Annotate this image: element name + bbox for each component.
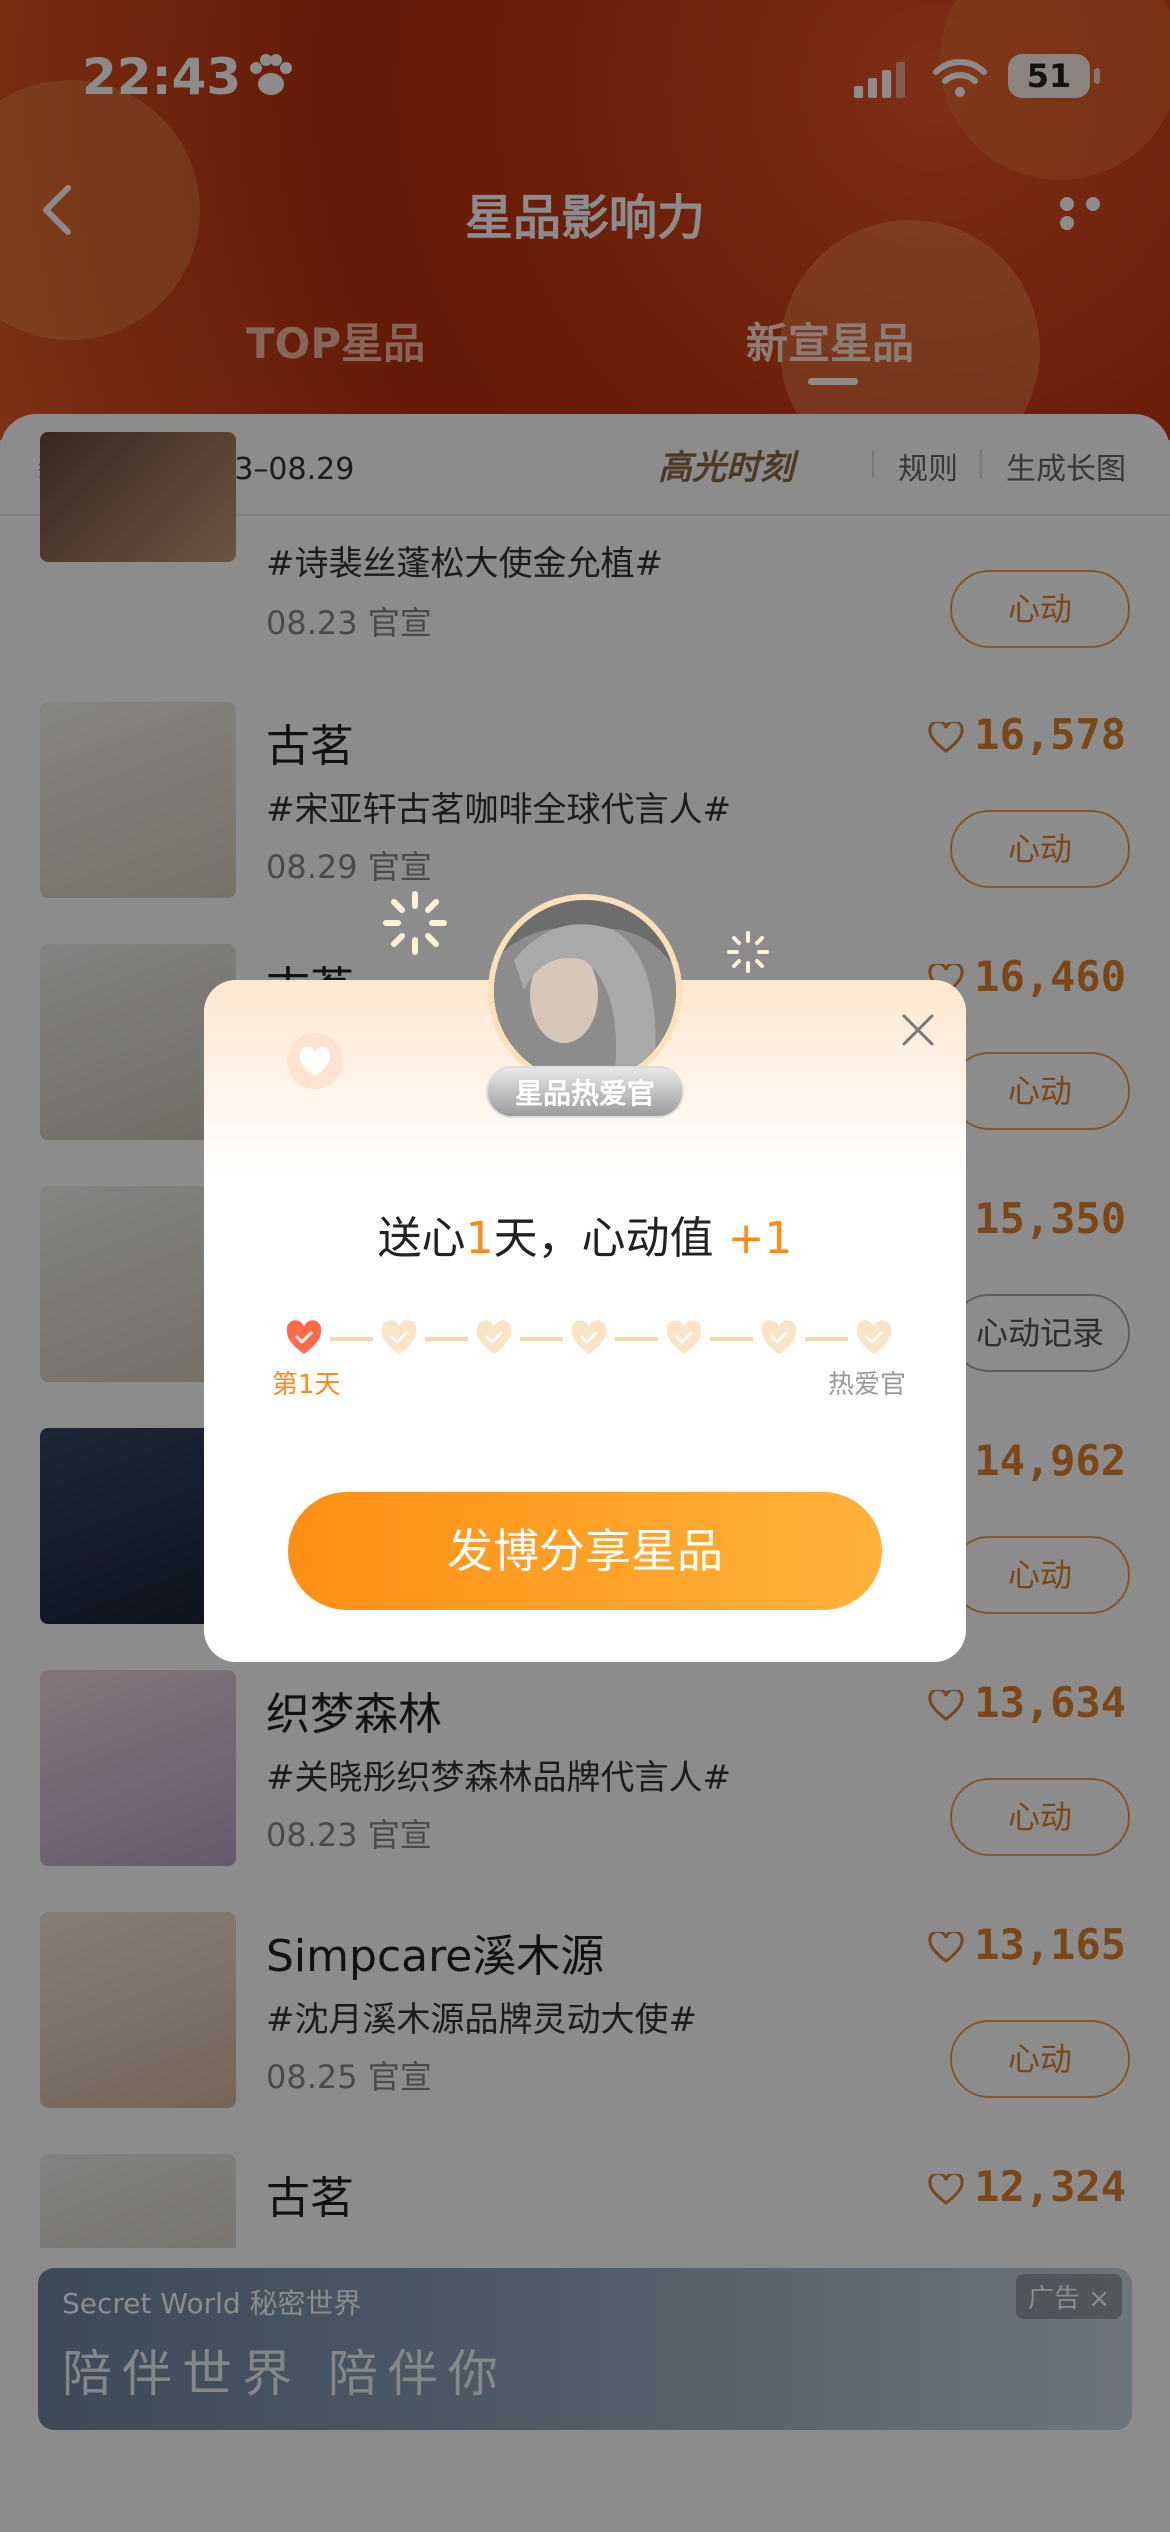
- gift-modal: 星品热爱官 送心1天，心动值 +1 第1天 热爱官 发博分享星品: [204, 894, 966, 1662]
- progress-heart-icon: [474, 1318, 514, 1358]
- heart-bubble-icon: [287, 1033, 343, 1089]
- progress-track: [284, 1318, 894, 1358]
- headline-text: 天，心动值: [493, 1213, 714, 1264]
- headline-text: 送心: [377, 1213, 466, 1264]
- avatar: [488, 894, 682, 1088]
- progress-heart-icon: [569, 1318, 609, 1358]
- badge-label: 星品热爱官: [486, 1066, 684, 1118]
- sparkle-icon: [727, 931, 769, 973]
- progress-heart-icon: [664, 1318, 704, 1358]
- progress-connector: [615, 1337, 658, 1341]
- share-button[interactable]: 发博分享星品: [288, 1492, 882, 1610]
- progress-start-label: 第1天: [272, 1370, 341, 1400]
- progress-connector: [425, 1337, 468, 1341]
- headline-days: 1: [465, 1213, 494, 1264]
- progress-connector: [330, 1337, 373, 1341]
- progress-connector: [805, 1337, 848, 1341]
- progress-heart-icon: [854, 1318, 894, 1358]
- progress-heart-filled-icon: [284, 1318, 324, 1358]
- headline-plus: +1: [727, 1213, 793, 1264]
- close-icon[interactable]: [896, 1008, 940, 1052]
- progress-end-label: 热爱官: [827, 1370, 906, 1400]
- progress-heart-icon: [379, 1318, 419, 1358]
- progress-heart-icon: [759, 1318, 799, 1358]
- progress-connector: [710, 1337, 753, 1341]
- sparkle-icon: [383, 891, 447, 955]
- modal-headline: 送心1天，心动值 +1: [204, 1202, 966, 1266]
- progress-connector: [520, 1337, 563, 1341]
